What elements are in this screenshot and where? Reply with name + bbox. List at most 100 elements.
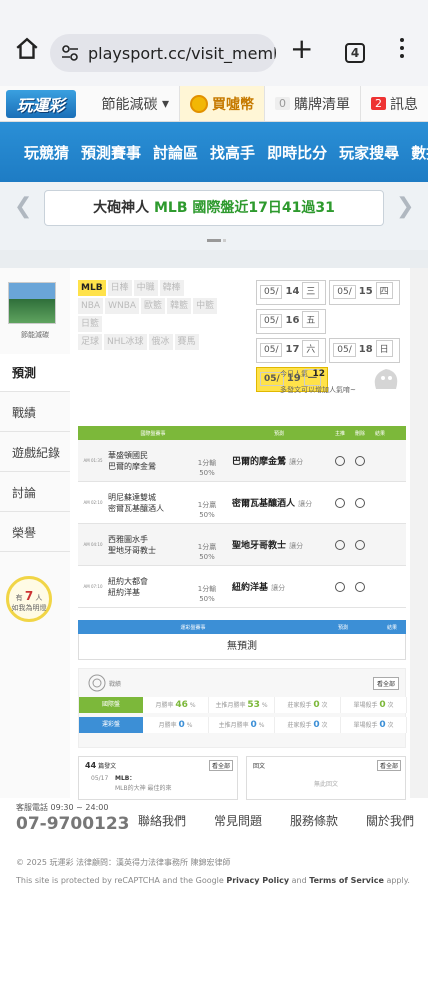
- table-row: AM 07:10 紐約大都會 紐約洋基 1分輸 50% 紐約洋基 讓分: [78, 566, 406, 608]
- date-tab[interactable]: 05/17 六: [256, 338, 327, 363]
- sport-tab[interactable]: 足球: [78, 334, 103, 350]
- table-body: AM 01:35 華盛頓國民 巴爾的摩金鶯 1分輸 50% 巴爾的摩金鶯 讓分 AM…: [78, 440, 406, 608]
- cart-link[interactable]: 0 購牌清單: [264, 86, 360, 121]
- nav-item[interactable]: 玩競猜: [24, 142, 69, 163]
- privacy-link[interactable]: Privacy Policy: [226, 876, 289, 885]
- table-row: AM 04:10 西雅圖水手 聖地牙哥教士 1分贏 50% 聖地牙哥教士 讓分: [78, 524, 406, 566]
- record-row-intl: 國際盤 月勝率 46 % 主推月勝率 53 % 莊家殺手 0 次 單場殺手 0 …: [79, 697, 407, 713]
- message-count-badge: 2: [371, 97, 386, 110]
- next-arrow-icon[interactable]: ❯: [396, 194, 414, 219]
- sport-tab[interactable]: 韓籃: [167, 298, 192, 314]
- nav-item[interactable]: 即時比分: [267, 142, 327, 163]
- user-menu[interactable]: 節能減碳 ▾: [92, 86, 179, 121]
- main-pick-radio[interactable]: [330, 497, 350, 508]
- sport-tab[interactable]: 歐籃: [141, 298, 166, 314]
- main-pick-radio[interactable]: [330, 455, 350, 466]
- carousel-indicator: [0, 236, 428, 250]
- address-bar[interactable]: playsport.cc/visit_membe: [50, 34, 276, 72]
- sport-tab[interactable]: 俄冰: [148, 334, 173, 350]
- sport-tab[interactable]: 韓棒: [159, 280, 184, 296]
- nav-item[interactable]: 玩家搜尋: [339, 142, 399, 163]
- announcement-carousel: ❮ 大砲神人 MLB 國際盤近17日41過31 ❯: [0, 182, 428, 236]
- site-settings-icon[interactable]: [60, 43, 80, 63]
- coin-icon: [190, 94, 208, 113]
- sport-tab[interactable]: MLB: [78, 280, 106, 296]
- banner-prefix: 大砲神人: [93, 200, 150, 216]
- hotline-number[interactable]: 07-9700123: [16, 814, 130, 834]
- record-row-lottery: 運彩盤 月勝率 0 % 主推月勝率 0 % 莊家殺手 0 次 單場殺手 0 次: [79, 717, 407, 733]
- copyright: © 2025 玩運彩 法律顧問：漢英得力法律事務所 陳錦宏律師 This sit…: [16, 858, 410, 885]
- side-tab-discussion[interactable]: 討論: [0, 474, 70, 512]
- recent-activity: 44 篇發文 看全部 05/17 MLB： MLB的大神 最佳的來 回文 看全部…: [78, 756, 406, 800]
- delete-radio[interactable]: [350, 455, 370, 466]
- nav-item[interactable]: 找高手: [210, 142, 255, 163]
- buy-coins-button[interactable]: 買噓幣: [179, 86, 264, 121]
- tab-count-button[interactable]: 4: [345, 43, 365, 63]
- about-link[interactable]: 關於我們: [366, 812, 414, 829]
- sport-tab[interactable]: 日籃: [78, 316, 103, 332]
- tos-link[interactable]: Terms of Service: [309, 876, 384, 885]
- faq-link[interactable]: 常見問題: [214, 812, 262, 829]
- delete-radio[interactable]: [350, 581, 370, 592]
- cart-label: 購牌清單: [294, 96, 350, 113]
- posts-all-button[interactable]: 看全部: [208, 760, 233, 771]
- cart-count-badge: 0: [275, 97, 290, 110]
- buy-label: 買噓幣: [212, 96, 254, 113]
- main-pick-radio[interactable]: [330, 581, 350, 592]
- side-tab-record[interactable]: 戰績: [0, 394, 70, 432]
- more-menu-icon[interactable]: [398, 38, 406, 62]
- date-tab[interactable]: 05/16 五: [256, 309, 327, 334]
- announcement-banner[interactable]: 大砲神人 MLB 國際盤近17日41過31: [44, 190, 384, 226]
- side-tab-honors[interactable]: 榮譽: [0, 514, 70, 552]
- messages-label: 訊息: [390, 96, 418, 113]
- mascot-icon: [374, 369, 398, 389]
- record-summary: 戰績 看全部 國際盤 月勝率 46 % 主推月勝率 53 % 莊家殺手 0 次 …: [78, 668, 407, 748]
- url-text: playsport.cc/visit_membe: [88, 43, 276, 63]
- site-footer: 客服電話 09:30 ~ 24:00 07-9700123 聯絡我們 常見問題 …: [0, 796, 428, 885]
- nav-item[interactable]: 預測賽事: [81, 142, 141, 163]
- table-row: AM 02:10 明尼蘇達雙城 密爾瓦基釀酒人 1分贏 50% 密爾瓦基釀酒人 讓分: [78, 482, 406, 524]
- post-title[interactable]: MLB：: [115, 773, 135, 782]
- new-tab-icon[interactable]: +: [290, 35, 313, 63]
- sport-tab[interactable]: NHL冰球: [104, 334, 147, 350]
- sport-filter: MLB 日棒 中職 韓棒 NBA WNBA 歐籃 韓籃 中籃 日籃 足球 NHL冰球 俄冰 賽馬: [78, 280, 238, 352]
- profile-main: 節能減碳 預測 戰績 遊戲紀錄 討論 榮譽 有 7 人 如我為明燈 MLB 日棒中…: [0, 268, 428, 800]
- site-logo[interactable]: 玩運彩: [6, 89, 76, 118]
- record-all-button[interactable]: 看全部: [372, 677, 399, 690]
- delete-radio[interactable]: [350, 497, 370, 508]
- profile-sidebar: 節能減碳 預測 戰績 遊戲紀錄 討論 榮譽 有 7 人 如我為明燈: [0, 268, 70, 798]
- nav-item[interactable]: 數據: [411, 142, 428, 163]
- replies-all-button[interactable]: 看全部: [376, 760, 401, 771]
- banner-league: MLB: [154, 200, 188, 216]
- sport-tab[interactable]: 中職: [133, 280, 158, 296]
- sport-tab[interactable]: NBA: [78, 298, 104, 314]
- empty-state: 無預測: [78, 634, 406, 660]
- avatar[interactable]: [8, 282, 56, 324]
- profile-username: 節能減碳: [21, 331, 49, 339]
- intl-predictions-table: 國際盤賽事 預測 主推 刪除 結果 AM 01:35 華盛頓國民 巴爾的摩金鶯 1…: [78, 426, 406, 608]
- messages-link[interactable]: 2 訊息: [360, 86, 428, 121]
- side-tab-game-history[interactable]: 遊戲紀錄: [0, 434, 70, 472]
- sportslottery-predictions-table: 運彩盤賽事 預測 結果 無預測: [78, 620, 406, 660]
- prev-arrow-icon[interactable]: ❮: [14, 194, 32, 219]
- sport-tab[interactable]: 賽馬: [174, 334, 199, 350]
- date-tab[interactable]: 05/18 日: [329, 338, 400, 363]
- terms-link[interactable]: 服務條款: [290, 812, 338, 829]
- record-title: 戰績: [109, 681, 122, 688]
- delete-radio[interactable]: [350, 539, 370, 550]
- posts-card: 44 篇發文 看全部 05/17 MLB： MLB的大神 最佳的來: [78, 756, 238, 800]
- sport-tab[interactable]: 日棒: [107, 280, 132, 296]
- nav-item[interactable]: 討論區: [153, 142, 198, 163]
- contact-link[interactable]: 聯絡我們: [138, 812, 186, 829]
- main-nav: 玩競猜 預測賽事 討論區 找高手 即時比分 玩家搜尋 數據: [0, 122, 428, 182]
- sport-tab[interactable]: 中籃: [193, 298, 218, 314]
- site-topbar: 玩運彩 節能減碳 ▾ 買噓幣 0 購牌清單 2 訊息: [0, 86, 428, 122]
- predictions-panel: MLB 日棒 中職 韓棒 NBA WNBA 歐籃 韓籃 中籃 日籃 足球 NHL冰球 俄冰 賽馬 0…: [70, 268, 410, 800]
- home-icon[interactable]: [14, 36, 40, 62]
- sport-tab[interactable]: WNBA: [105, 298, 140, 314]
- date-tab[interactable]: 05/15 四: [329, 280, 400, 305]
- main-pick-radio[interactable]: [330, 539, 350, 550]
- bulb-icon[interactable]: 有 7 人 如我為明燈: [6, 576, 52, 622]
- date-tab[interactable]: 05/14 三: [256, 280, 327, 305]
- side-tab-predictions[interactable]: 預測: [0, 354, 70, 392]
